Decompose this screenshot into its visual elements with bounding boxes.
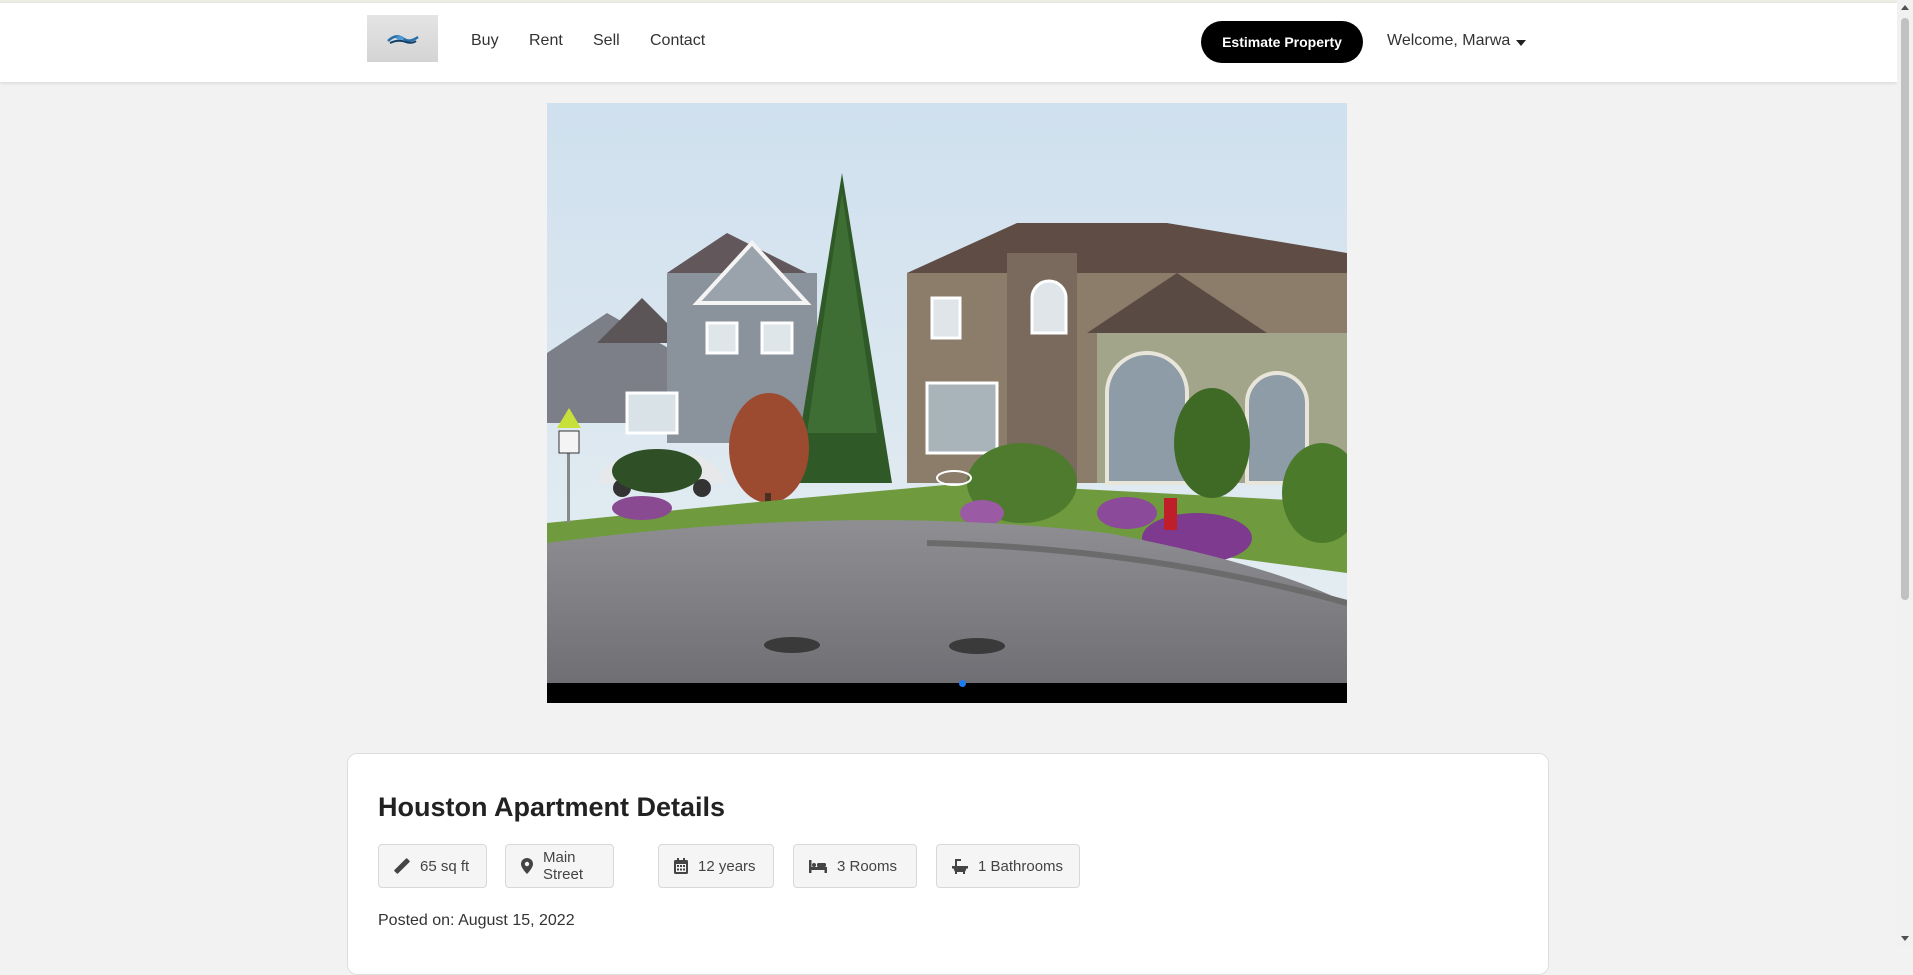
feature-rooms: 3 Rooms: [793, 844, 917, 888]
wave-logo-icon: [386, 34, 419, 44]
feature-age: 12 years: [658, 844, 774, 888]
ruler-icon: [394, 858, 410, 874]
scroll-down-icon[interactable]: [1901, 936, 1909, 941]
carousel-indicator-dot[interactable]: [959, 680, 966, 687]
bath-icon: [952, 859, 968, 874]
calendar-icon: [674, 858, 688, 874]
feature-location-label: Main Street: [543, 849, 584, 883]
listing-details-card: Houston Apartment Details 65 sq ft Main …: [347, 753, 1549, 975]
caret-down-icon: [1516, 39, 1527, 46]
scroll-up-icon[interactable]: [1901, 5, 1909, 10]
property-image-carousel[interactable]: [547, 103, 1347, 703]
nav-rent[interactable]: Rent: [529, 32, 563, 50]
estimate-property-button[interactable]: Estimate Property: [1201, 21, 1363, 63]
welcome-label: Welcome, Marwa: [1387, 32, 1511, 49]
nav-sell[interactable]: Sell: [593, 32, 620, 50]
feature-bathrooms: 1 Bathrooms: [936, 844, 1080, 888]
nav-buy[interactable]: Buy: [471, 32, 499, 50]
feature-rooms-label: 3 Rooms: [837, 857, 898, 875]
map-pin-icon: [521, 858, 533, 874]
site-logo[interactable]: [367, 15, 438, 62]
listing-title: Houston Apartment Details: [378, 792, 726, 822]
user-menu[interactable]: Welcome, Marwa: [1387, 32, 1527, 50]
posted-date: Posted on: August 15, 2022: [378, 912, 575, 929]
bed-icon: [809, 860, 827, 873]
scrollbar-thumb[interactable]: [1901, 18, 1909, 600]
property-photo: [547, 103, 1347, 703]
feature-bathrooms-label: 1 Bathrooms: [978, 857, 1064, 875]
feature-area: 65 sq ft: [378, 844, 487, 888]
page-scrollbar[interactable]: [1897, 0, 1913, 947]
feature-area-label: 65 sq ft: [420, 857, 470, 875]
feature-location: Main Street: [505, 844, 614, 888]
nav-contact[interactable]: Contact: [650, 32, 705, 50]
feature-age-label: 12 years: [698, 857, 756, 875]
site-header: Buy Rent Sell Contact Estimate Property …: [0, 3, 1897, 82]
